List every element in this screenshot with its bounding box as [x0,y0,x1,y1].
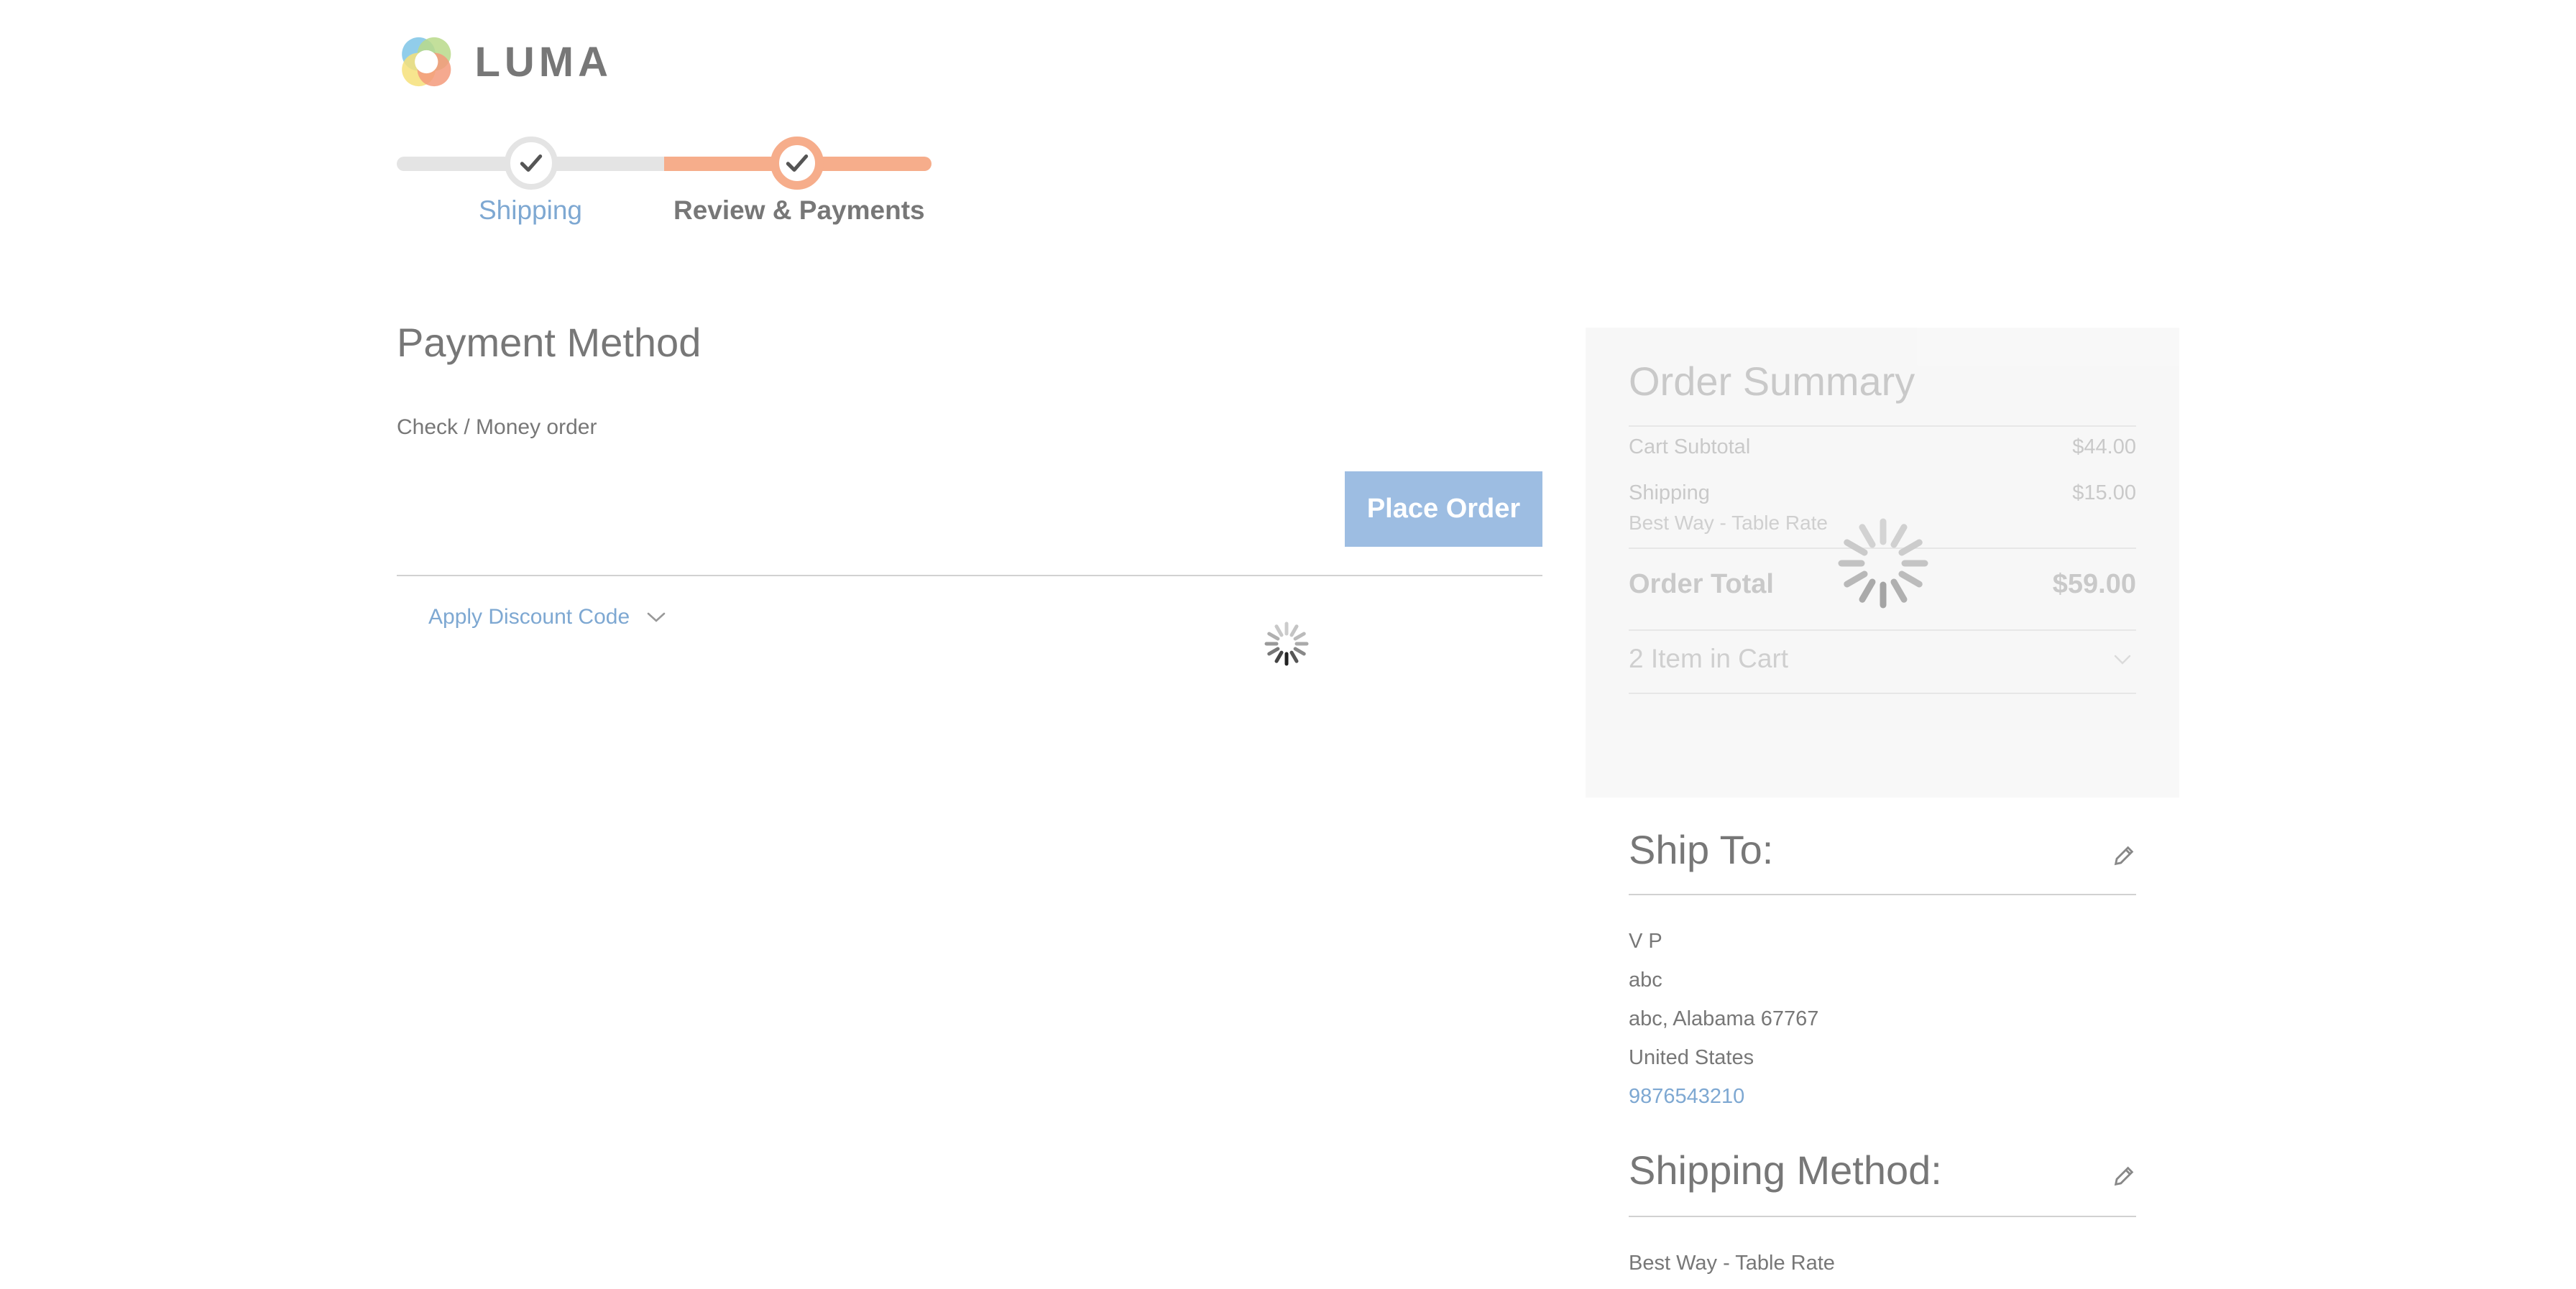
step-review-label: Review & Payments [673,195,925,225]
loading-spinner-icon [1264,622,1309,666]
shipping-method-title: Shipping Method: [1629,1147,1942,1193]
order-total-value: $59.00 [2052,569,2136,599]
summary-divider [1629,425,2136,427]
step-shipping-link[interactable]: Shipping [479,195,582,226]
payment-divider [397,575,1542,576]
summary-divider [1629,693,2136,694]
ship-to-city-line: abc, Alabama 67767 [1629,1007,1819,1030]
items-in-cart-toggle[interactable]: 2 Item in Cart [1629,644,2136,674]
checkmark-icon [520,154,543,172]
payment-method-title: Payment Method [397,320,702,365]
edit-pencil-icon[interactable] [2112,1164,2136,1188]
items-in-cart-label: 2 Item in Cart [1629,644,1789,673]
shipping-label: Shipping [1629,481,1710,504]
logo-text: LUMA [474,38,612,86]
cart-subtotal-row: Cart Subtotal $44.00 [1629,435,2136,459]
cart-subtotal-label: Cart Subtotal [1629,435,1751,458]
order-summary-title: Order Summary [1629,359,1915,404]
shipping-method-divider [1629,1216,2136,1217]
luma-logo-icon [402,37,451,87]
cart-subtotal-value: $44.00 [2072,435,2136,458]
step-shipping-indicator [505,137,558,190]
order-total-label: Order Total [1629,569,1774,599]
edit-pencil-icon[interactable] [2112,844,2136,868]
apply-discount-label: Apply Discount Code [428,605,630,629]
ship-to-phone-link[interactable]: 9876543210 [1629,1085,1744,1109]
shipping-value: $15.00 [2072,481,2136,504]
summary-divider [1629,629,2136,631]
apply-discount-toggle[interactable]: Apply Discount Code [428,605,667,629]
ship-to-title: Ship To: [1629,827,1774,872]
luma-logo[interactable]: LUMA [397,29,612,95]
checkmark-icon [786,154,809,172]
shipping-method-name: Best Way - Table Rate [1629,512,1828,534]
chevron-down-icon [647,612,666,622]
chevron-down-icon [2114,655,2131,665]
place-order-button[interactable]: Place Order [1345,471,1542,547]
shipping-method-value: Best Way - Table Rate [1629,1252,1835,1275]
step-review-indicator [770,137,824,190]
payment-option-check-money-order: Check / Money order [397,415,597,439]
ship-to-name: V P [1629,930,1662,953]
ship-to-country: United States [1629,1046,1754,1069]
checkout-progress-bar: Shipping Review & Payments [397,129,932,237]
ship-to-divider [1629,894,2136,895]
shipping-row: Shipping $15.00 [1629,481,2136,505]
ship-to-street: abc [1629,969,1662,992]
loading-spinner-icon [1838,518,1928,609]
